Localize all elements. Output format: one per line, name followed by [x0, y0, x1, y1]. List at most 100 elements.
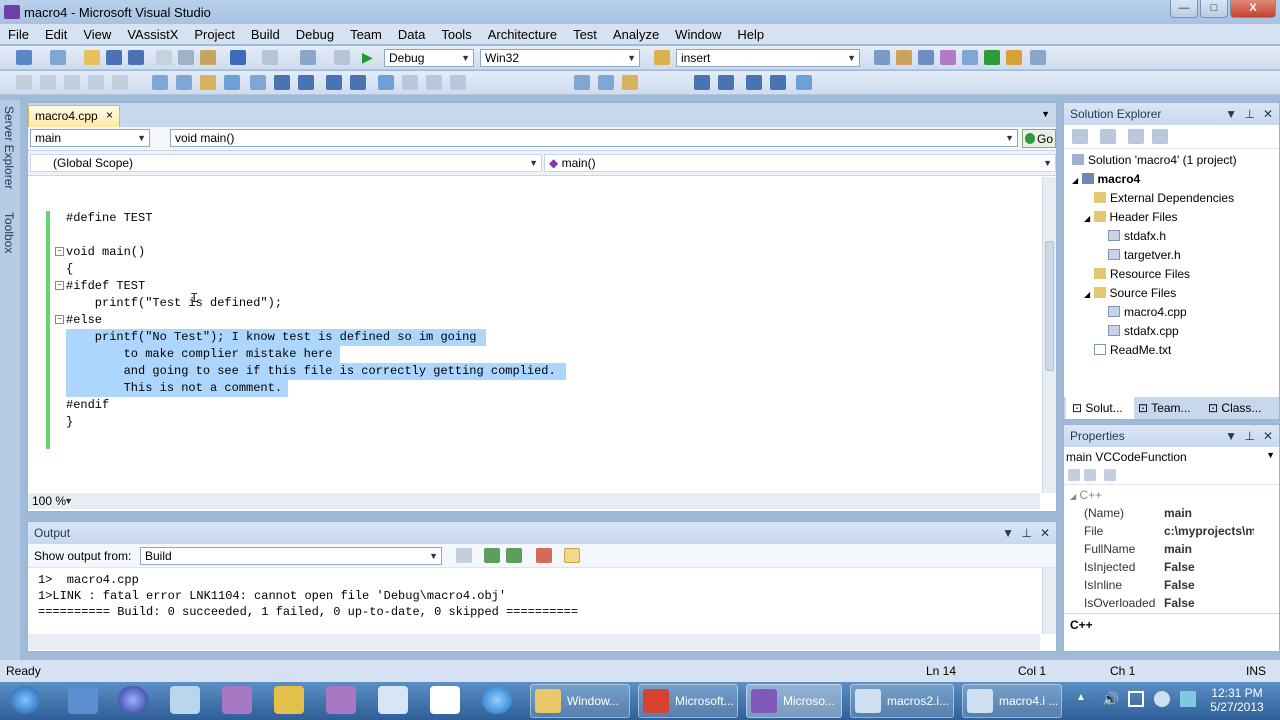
comment-icon[interactable]	[326, 75, 342, 90]
clear-all-icon[interactable]	[536, 548, 552, 563]
close-button[interactable]: X	[1230, 0, 1276, 18]
bookmark-prev-icon[interactable]	[402, 75, 418, 90]
list-methods-icon[interactable]	[622, 75, 638, 90]
virtualbox-icon[interactable]	[170, 686, 200, 714]
paste-icon[interactable]	[200, 50, 216, 65]
tab-class-view[interactable]: ⊡ Class...	[1208, 401, 1261, 415]
code-area[interactable]: − − − #define TEST void main() { #ifdef …	[28, 177, 1040, 467]
editor-tool-icon[interactable]	[64, 75, 80, 90]
undo-icon[interactable]	[230, 50, 246, 65]
property-row[interactable]: IsInjected False	[1064, 560, 1279, 578]
redo-icon[interactable]	[262, 50, 278, 65]
bookmark-next-icon[interactable]	[426, 75, 442, 90]
copy-icon[interactable]	[178, 50, 194, 65]
internet-explorer-icon[interactable]	[482, 686, 512, 714]
find-symbol-icon[interactable]	[574, 75, 590, 90]
network-icon[interactable]	[1154, 691, 1170, 707]
collapse-icon[interactable]: −	[55, 281, 64, 290]
eclipse-icon[interactable]	[118, 686, 148, 714]
editor-tool-icon[interactable]	[40, 75, 56, 90]
close-icon[interactable]: ✕	[1263, 429, 1273, 443]
tree-file[interactable]: macro4.cpp	[1108, 305, 1187, 319]
next-message-icon[interactable]	[506, 548, 522, 563]
extension-manager-icon[interactable]	[984, 50, 1000, 65]
tree-project[interactable]: ◢ macro4	[1072, 172, 1140, 186]
output-vertical-scrollbar[interactable]	[1042, 568, 1056, 634]
menu-data[interactable]: Data	[390, 27, 433, 42]
symbol-dropdown[interactable]: main ▼	[30, 129, 150, 147]
zoom-dropdown[interactable]: 100 % ▼	[28, 493, 76, 509]
uncomment-icon[interactable]	[770, 75, 786, 90]
previous-message-icon[interactable]	[484, 548, 500, 563]
editor-tool-icon[interactable]	[112, 75, 128, 90]
open-file-icon[interactable]	[84, 50, 100, 65]
menu-view[interactable]: View	[75, 27, 119, 42]
start-debugging-icon[interactable]: ▶	[362, 50, 378, 65]
team-explorer-icon[interactable]	[1006, 50, 1022, 65]
server-explorer-tab[interactable]: Server Explorer	[2, 106, 16, 189]
bookmark-icon[interactable]	[378, 75, 394, 90]
norton-icon[interactable]	[274, 686, 304, 714]
tree-file[interactable]: targetver.h	[1108, 248, 1181, 262]
collapse-icon[interactable]: −	[55, 315, 64, 324]
tab-macro4-cpp[interactable]: macro4.cpp ×	[28, 105, 120, 127]
panel-menu-icon[interactable]: ▼	[1225, 429, 1237, 443]
menu-analyze[interactable]: Analyze	[605, 27, 667, 42]
toolbox-icon[interactable]	[940, 50, 956, 65]
clock[interactable]: 12:31 PM 5/27/2013	[1204, 686, 1270, 714]
menu-project[interactable]: Project	[186, 27, 242, 42]
property-row[interactable]: IsOverloaded False	[1064, 596, 1279, 614]
tree-solution[interactable]: Solution 'macro4' (1 project)	[1072, 153, 1237, 167]
menu-vassistx[interactable]: VAssistX	[119, 27, 186, 42]
pin-icon[interactable]: ⊥	[1245, 107, 1255, 121]
alphabetical-icon[interactable]	[1084, 469, 1096, 481]
bookmark-clear-icon[interactable]	[450, 75, 466, 90]
output-source-dropdown[interactable]: Build ▼	[140, 547, 442, 565]
tab-team-explorer[interactable]: ⊡ Team...	[1138, 401, 1191, 415]
platform-dropdown[interactable]: Win32 ▼	[480, 49, 640, 67]
add-item-icon[interactable]	[50, 50, 66, 65]
taskbar-button[interactable]: macros2.i...	[850, 684, 954, 718]
tab-solution-explorer[interactable]: ⊡ Solut...	[1066, 397, 1134, 419]
taskbar-button[interactable]: macro4.i ...	[962, 684, 1062, 718]
app-icon[interactable]	[326, 686, 356, 714]
decrease-indent-icon[interactable]	[274, 75, 290, 90]
toolbox-tab[interactable]: Toolbox	[2, 212, 16, 253]
property-row[interactable]: File c:\myprojects\m	[1064, 524, 1279, 542]
class-diagram-icon[interactable]	[1152, 129, 1168, 144]
show-hidden-icons[interactable]: ▲	[1076, 692, 1086, 703]
decrease-indent-icon[interactable]	[694, 75, 710, 90]
taskbar-button-active[interactable]: Microso...	[746, 684, 842, 718]
open-file-icon[interactable]	[598, 75, 614, 90]
property-row[interactable]: FullName main	[1064, 542, 1279, 560]
categorized-icon[interactable]	[1068, 469, 1080, 481]
editor-tool-icon[interactable]	[88, 75, 104, 90]
minimize-button[interactable]: —	[1170, 0, 1198, 18]
uncomment-icon[interactable]	[350, 75, 366, 90]
navigate-backward-icon[interactable]	[300, 50, 316, 65]
output-text[interactable]: 1> macro4.cpp 1>LINK : fatal error LNK11…	[28, 568, 1056, 634]
close-tab-icon[interactable]: ×	[106, 108, 113, 122]
menu-help[interactable]: Help	[729, 27, 772, 42]
find-symbol-icon[interactable]	[152, 75, 168, 90]
properties-icon[interactable]	[1072, 129, 1088, 144]
tree-source-files[interactable]: ◢ Source Files	[1084, 286, 1176, 300]
start-page-icon[interactable]	[962, 50, 978, 65]
panel-menu-icon[interactable]: ▼	[1002, 526, 1014, 540]
volume-icon[interactable]: 🔊	[1102, 691, 1119, 708]
increase-indent-icon[interactable]	[718, 75, 734, 90]
navigate-forward-icon[interactable]	[334, 50, 350, 65]
output-horizontal-scrollbar[interactable]	[28, 634, 1040, 650]
refresh-icon[interactable]	[1128, 129, 1144, 144]
property-pages-icon[interactable]	[1104, 469, 1116, 481]
taskbar-button[interactable]: Microsoft...	[638, 684, 738, 718]
save-icon[interactable]	[106, 50, 122, 65]
tree-external-dependencies[interactable]: External Dependencies	[1094, 191, 1234, 205]
editor-vertical-scrollbar[interactable]	[1042, 177, 1056, 493]
app-icon[interactable]	[222, 686, 252, 714]
menu-build[interactable]: Build	[243, 27, 288, 42]
bookmark-icon[interactable]	[796, 75, 812, 90]
object-browser-icon[interactable]	[918, 50, 934, 65]
properties-window-icon[interactable]	[896, 50, 912, 65]
panel-menu-icon[interactable]: ▼	[1225, 107, 1237, 121]
